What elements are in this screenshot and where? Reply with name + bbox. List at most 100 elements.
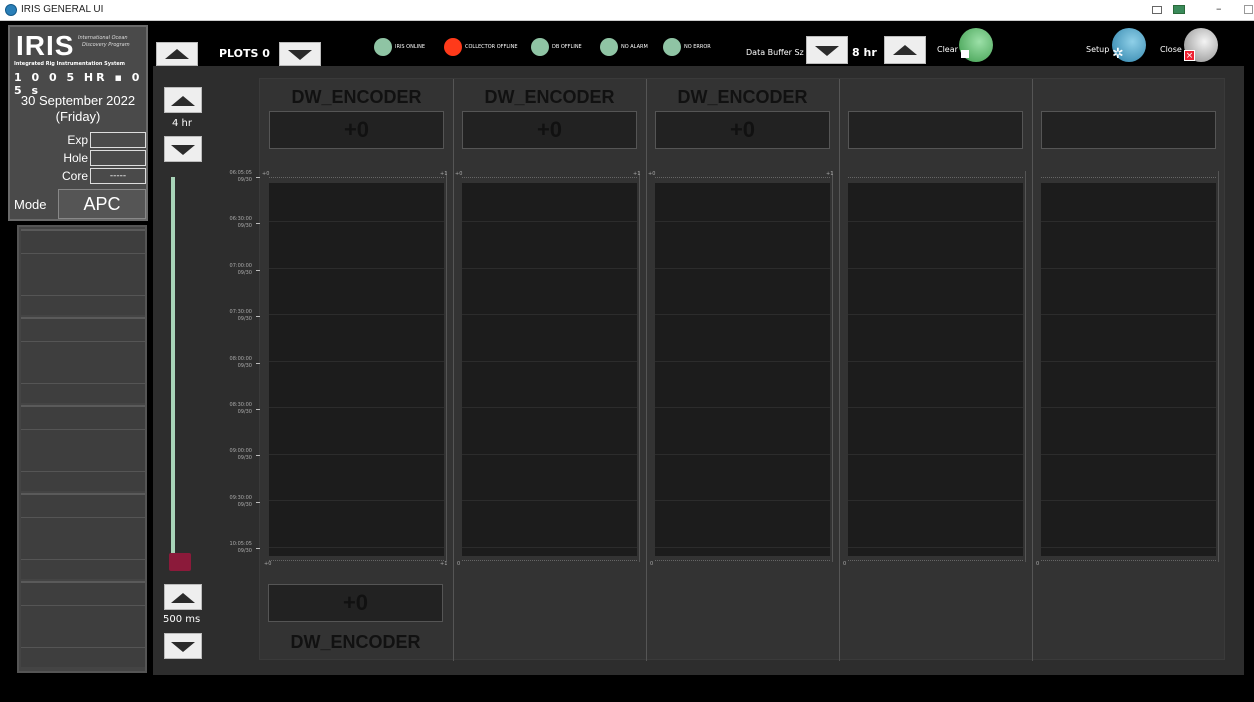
plot-scale-label: 0	[1036, 561, 1040, 567]
plot-value-box	[848, 111, 1023, 149]
time-axis-label: 06:30:00 09/30	[230, 216, 252, 230]
clear-button[interactable]	[959, 28, 993, 62]
grid-line	[655, 314, 830, 315]
arrow-down-icon	[171, 145, 195, 155]
time-axis-label: 07:30:00 09/30	[230, 309, 252, 323]
time-axis-time: 07:00:00	[229, 262, 252, 269]
plot-title: DW_ENCODER	[291, 87, 422, 107]
time-axis-tick	[256, 362, 260, 364]
time-span-up-button[interactable]	[164, 87, 202, 113]
plots-down-button[interactable]	[279, 42, 321, 66]
left-list-panel	[17, 225, 147, 673]
grid-line	[655, 453, 830, 455]
title-bar: IRIS GENERAL UI –	[0, 0, 1254, 21]
plot-scale-ticks	[1041, 177, 1216, 178]
arrow-up-icon	[165, 49, 189, 59]
grid-line	[1041, 221, 1216, 222]
plot-scale-ticks	[462, 177, 637, 178]
core-field[interactable]: -----	[90, 168, 146, 184]
list-item[interactable]	[21, 229, 145, 315]
column-divider	[1032, 79, 1033, 661]
plots-up-button[interactable]	[156, 42, 198, 66]
grid-line	[1041, 407, 1216, 408]
list-item[interactable]	[21, 317, 145, 403]
plot-scale-label: +1	[826, 171, 834, 177]
grid-line	[1041, 360, 1216, 362]
indicator-iris-online: IRIS ONLINE	[374, 38, 425, 56]
indicator-alarm: NO ALARM	[600, 38, 648, 56]
time-slider-handle[interactable]	[169, 553, 191, 571]
clear-icon	[961, 50, 969, 58]
grid-line	[655, 407, 830, 408]
list-item[interactable]	[21, 405, 145, 491]
time-axis-date: 09/30	[237, 269, 252, 276]
exp-field[interactable]	[90, 132, 146, 148]
plot-value-box: +0	[269, 111, 444, 149]
grid-line	[655, 360, 830, 362]
column-divider	[453, 79, 454, 661]
list-item[interactable]	[21, 581, 145, 667]
plot-scale-ticks	[655, 177, 830, 178]
tray-display-icon[interactable]	[1152, 6, 1162, 14]
time-axis-date: 09/30	[237, 455, 252, 462]
time-axis-label: 06:05:05 09/30	[230, 170, 252, 184]
hole-field[interactable]	[90, 150, 146, 166]
plot-edge-line	[639, 171, 640, 562]
grid-line	[269, 453, 444, 455]
time-axis-time: 10:05:05	[229, 541, 252, 547]
buffer-up-button[interactable]	[884, 36, 926, 64]
minimize-button[interactable]: –	[1216, 2, 1222, 15]
arrow-down-icon	[171, 642, 195, 652]
time-axis-time: 06:05:05	[229, 170, 252, 176]
close-label: Close	[1160, 45, 1182, 54]
time-axis-tick	[256, 316, 260, 318]
app-icon	[5, 4, 17, 16]
bottom-value-box: +0	[268, 584, 443, 622]
rate-up-button[interactable]	[164, 584, 202, 610]
close-icon: ×	[1184, 50, 1195, 61]
info-panel: IRIS International Ocean Discovery Progr…	[8, 25, 148, 221]
grid-line	[462, 453, 637, 455]
grid-line	[462, 546, 637, 548]
plot-scale-ticks-bottom	[655, 560, 830, 561]
logo-subtitle-2: Discovery Program	[82, 42, 130, 48]
grid-line	[655, 267, 830, 269]
bottom-plot-title: DW_ENCODER	[290, 632, 421, 652]
tray-keyboard-icon[interactable]	[1173, 5, 1185, 14]
hole-label: Hole	[63, 151, 88, 165]
grid-line	[269, 360, 444, 362]
status-dot-icon	[444, 38, 462, 56]
buffer-down-button[interactable]	[806, 36, 848, 64]
rate-down-button[interactable]	[164, 633, 202, 659]
grid-line	[655, 546, 830, 548]
time-axis-tick	[256, 177, 260, 178]
plot-value-box	[1041, 111, 1216, 149]
close-button[interactable]: ×	[1184, 28, 1218, 62]
time-axis-time: 06:30:00	[229, 216, 252, 223]
plot-edge-line	[1218, 171, 1219, 562]
grid-line	[462, 221, 637, 222]
grid-line	[1041, 453, 1216, 455]
indicator-db: DB OFFLINE	[531, 38, 582, 56]
time-axis-date: 09/30	[237, 362, 252, 369]
buffer-value: 8 hr	[852, 46, 877, 59]
list-item[interactable]	[21, 493, 145, 579]
window-title: IRIS GENERAL UI	[21, 4, 104, 15]
time-slider-track[interactable]	[171, 177, 175, 559]
maximize-button[interactable]	[1244, 5, 1253, 14]
grid-line	[848, 546, 1023, 548]
plot-scale-label: 0	[650, 561, 654, 567]
arrow-down-icon	[815, 46, 839, 56]
setup-button[interactable]: ✲	[1112, 28, 1146, 62]
grid-line	[462, 500, 637, 501]
time-span-down-button[interactable]	[164, 136, 202, 162]
grid-line	[848, 221, 1023, 222]
logo: IRIS	[16, 30, 75, 61]
grid-line	[655, 221, 830, 222]
time-axis-date: 09/30	[237, 501, 252, 508]
time-axis-date: 09/30	[237, 548, 252, 554]
time-axis-label: 08:30:00 09/30	[230, 402, 252, 416]
grid-line	[269, 407, 444, 408]
status-dot-icon	[600, 38, 618, 56]
grid-line	[848, 407, 1023, 408]
